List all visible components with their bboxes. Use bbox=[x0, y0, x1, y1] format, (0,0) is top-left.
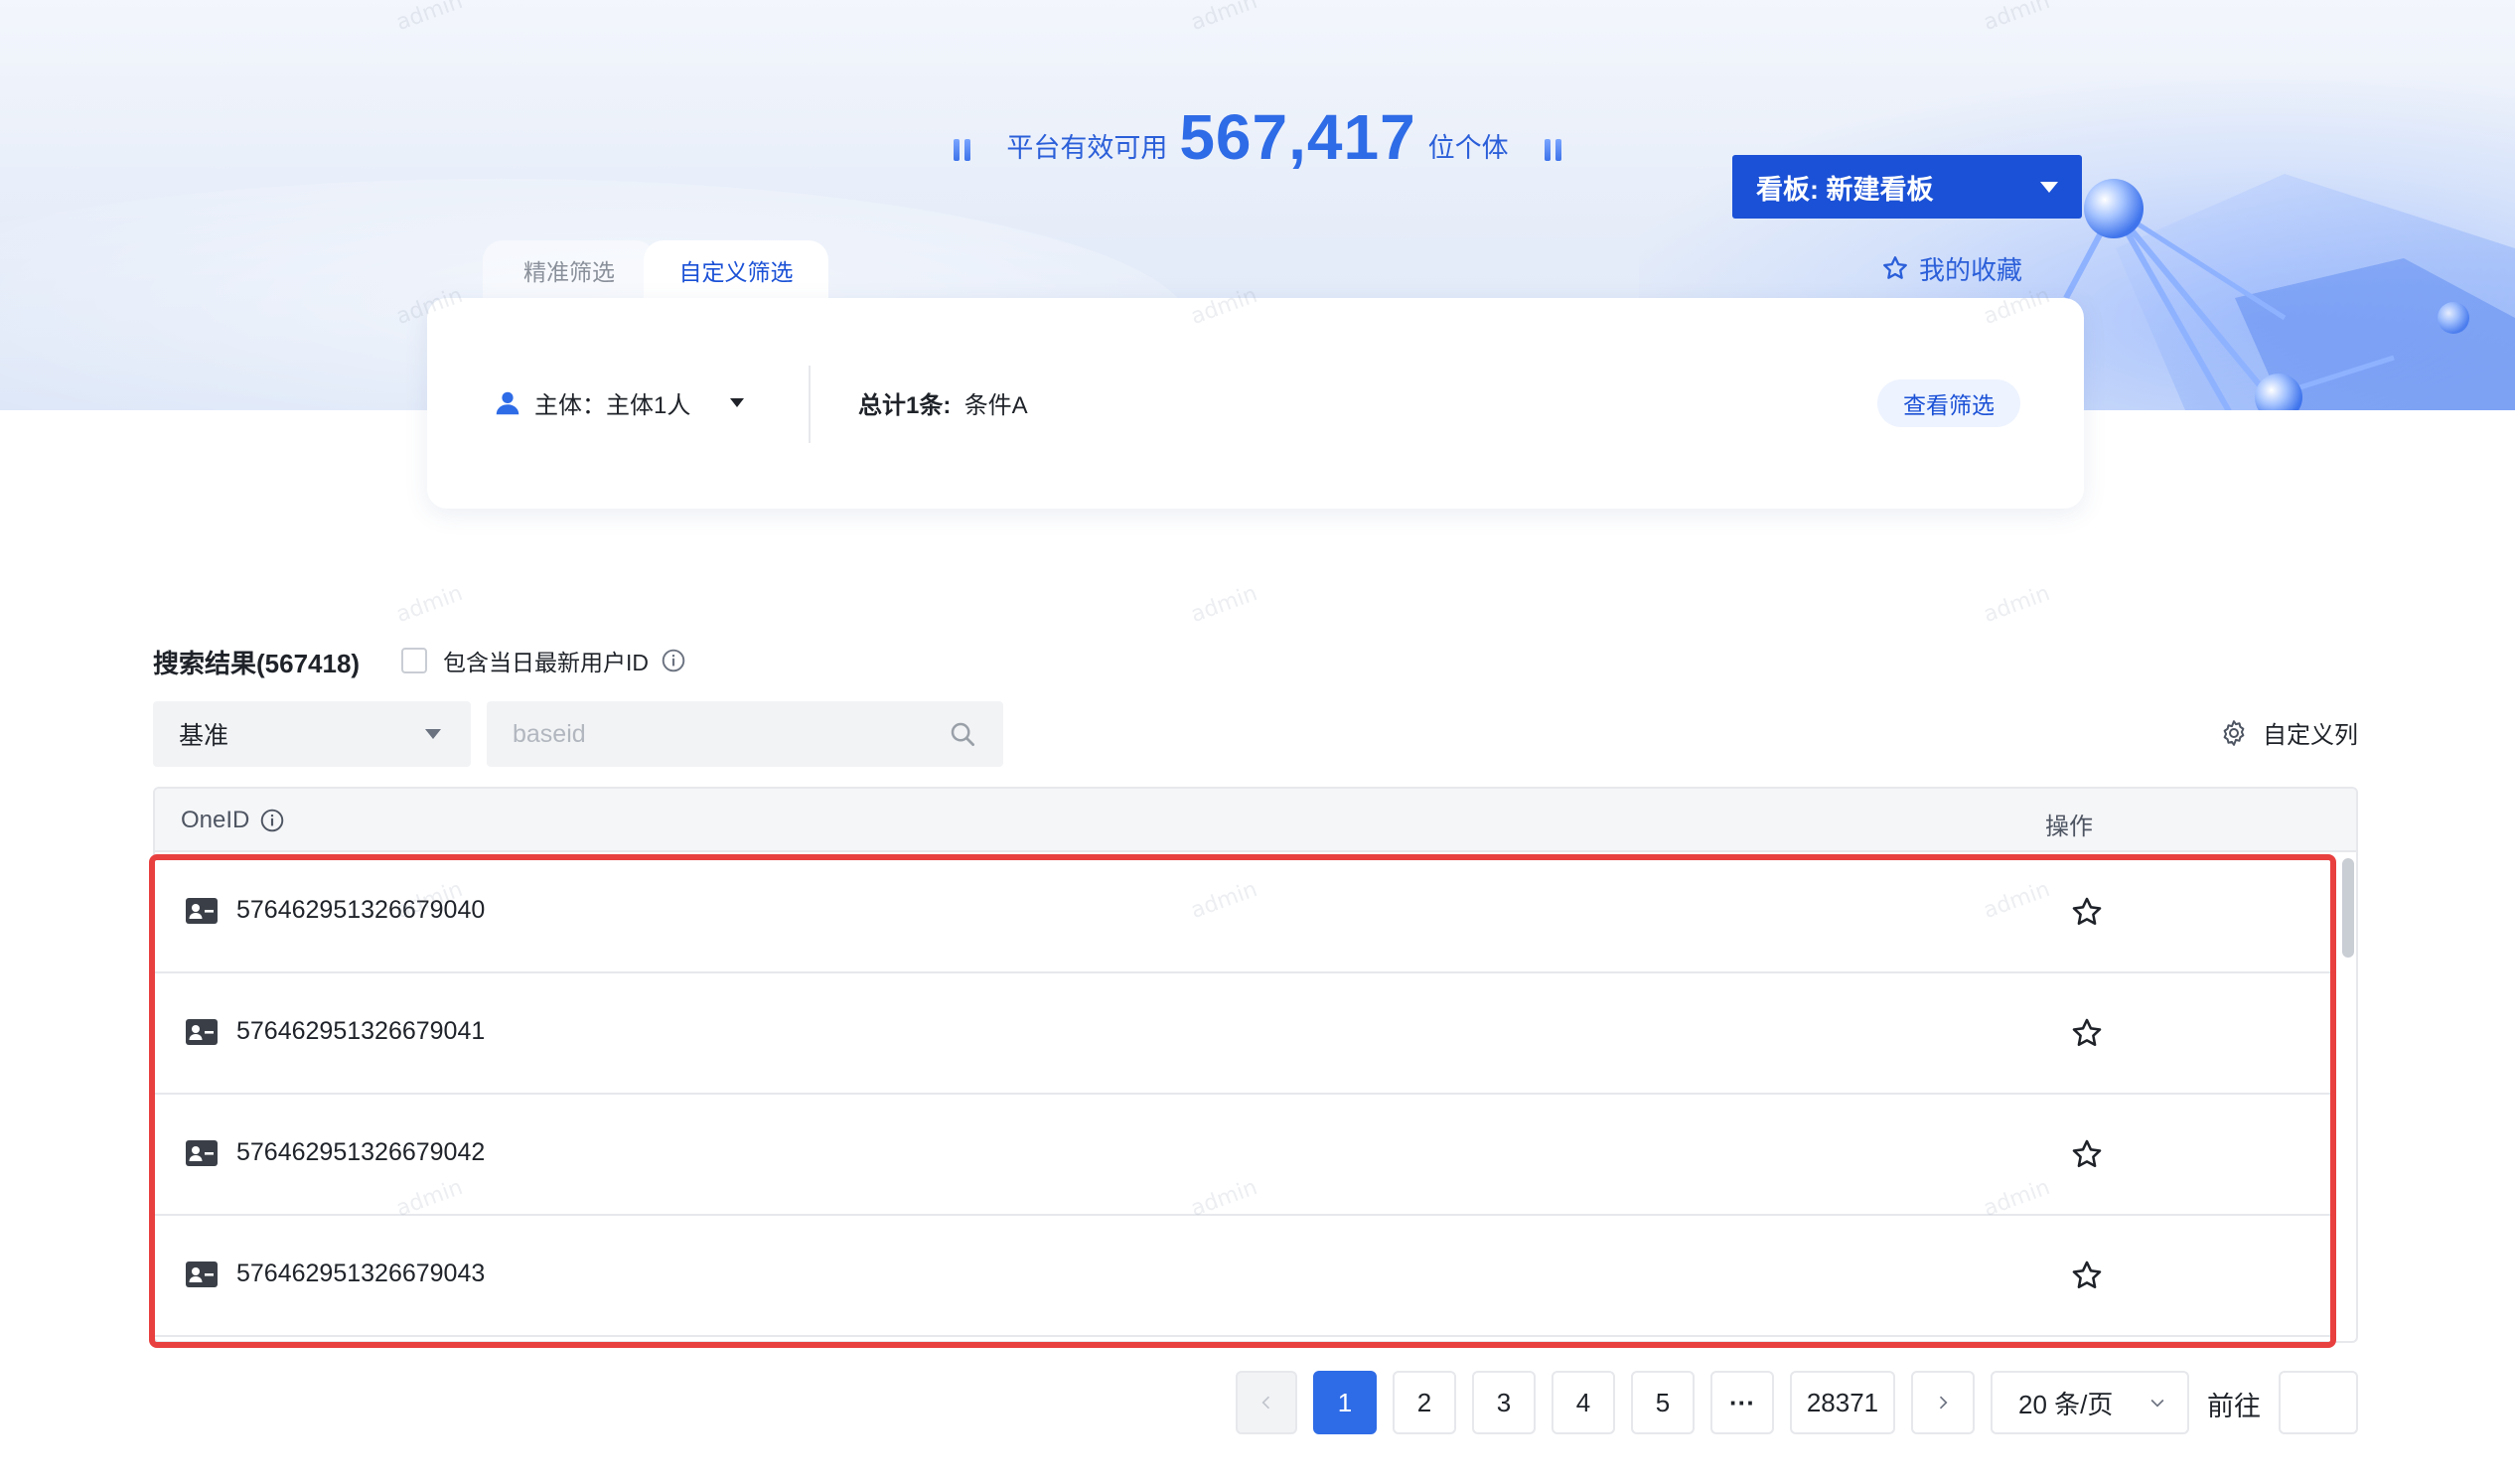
results-title: 搜索结果(567418) bbox=[153, 649, 361, 678]
info-icon[interactable] bbox=[259, 808, 285, 833]
custom-columns-label: 自定义列 bbox=[2263, 722, 2358, 749]
star-outline-icon[interactable] bbox=[2070, 895, 2104, 929]
total-label: 总计1条: bbox=[858, 392, 952, 419]
gear-icon bbox=[2223, 719, 2245, 746]
platform-stat-prefix: 平台有效可用 bbox=[1006, 133, 1168, 163]
table-header: OneID 操作 bbox=[155, 789, 2356, 852]
chevron-right-icon bbox=[1939, 1396, 1948, 1410]
oneid-value[interactable]: 576462951326679041 bbox=[236, 1017, 485, 1046]
page-ellipsis-button[interactable]: ··· bbox=[1710, 1371, 1774, 1434]
platform-stat: 平台有效可用 567,417 位个体 bbox=[0, 89, 2515, 179]
id-card-icon bbox=[186, 1139, 218, 1166]
filter-summary: 总计1条: 条件A bbox=[858, 385, 1028, 420]
page-number: 5 bbox=[1655, 1387, 1671, 1417]
left-deco-icon bbox=[954, 139, 971, 179]
ellipsis-label: ··· bbox=[1729, 1387, 1755, 1417]
oneid-cell: 576462951326679043 bbox=[185, 1260, 485, 1288]
id-card-icon bbox=[186, 897, 218, 924]
star-outline-icon bbox=[1883, 256, 1907, 279]
results-table: OneID 操作 576462951326679040 576462951326… bbox=[153, 787, 2358, 1343]
star-outline-icon[interactable] bbox=[2070, 1137, 2104, 1171]
chevron-down-icon bbox=[2150, 1399, 2164, 1408]
include-latest-checkbox[interactable] bbox=[401, 648, 427, 673]
page-button-last[interactable]: 28371 bbox=[1790, 1371, 1895, 1434]
prev-page-button[interactable] bbox=[1236, 1371, 1297, 1434]
favorites-label: 我的收藏 bbox=[1919, 254, 2023, 285]
page-button-5[interactable]: 5 bbox=[1631, 1371, 1695, 1434]
subject-select[interactable]: 主体：主体1人 bbox=[493, 385, 745, 420]
page-number: 4 bbox=[1575, 1387, 1591, 1417]
page-size-label: 20 条/页 bbox=[2018, 1389, 2114, 1419]
next-page-button[interactable] bbox=[1911, 1371, 1975, 1434]
page-number: 2 bbox=[1416, 1387, 1432, 1417]
watermark: admin bbox=[1980, 580, 2054, 629]
tab-custom-filter[interactable]: 自定义筛选 bbox=[644, 240, 828, 300]
watermark: admin bbox=[392, 580, 467, 629]
view-filter-button[interactable]: 查看筛选 bbox=[1877, 379, 2020, 427]
table-row: 576462951326679041 bbox=[155, 973, 2330, 1095]
board-select[interactable]: 看板: 新建看板 bbox=[1732, 155, 2082, 219]
table-row: 576462951326679043 bbox=[155, 1216, 2330, 1337]
include-latest-label: 包含当日最新用户ID bbox=[443, 650, 649, 675]
table-scrollbar[interactable] bbox=[2342, 858, 2354, 958]
person-icon bbox=[496, 391, 519, 414]
column-header-oneid-label: OneID bbox=[181, 807, 250, 833]
page-number: 3 bbox=[1496, 1387, 1512, 1417]
platform-stat-suffix: 位个体 bbox=[1427, 133, 1509, 163]
oneid-value[interactable]: 576462951326679042 bbox=[236, 1138, 485, 1167]
star-outline-icon[interactable] bbox=[2070, 1016, 2104, 1050]
goto-label: 前往 bbox=[2207, 1392, 2261, 1421]
page-button-2[interactable]: 2 bbox=[1393, 1371, 1456, 1434]
page-button-3[interactable]: 3 bbox=[1472, 1371, 1536, 1434]
search-icon[interactable] bbox=[948, 719, 977, 749]
oneid-cell: 576462951326679042 bbox=[185, 1138, 485, 1167]
page-button-4[interactable]: 4 bbox=[1552, 1371, 1615, 1434]
column-header-oneid: OneID bbox=[181, 807, 285, 834]
column-header-actions: 操作 bbox=[2045, 814, 2093, 840]
base-select-value: 基准 bbox=[179, 722, 229, 750]
favorites-link[interactable]: 我的收藏 bbox=[1881, 248, 2022, 288]
page-number: 1 bbox=[1337, 1387, 1353, 1417]
base-select[interactable]: 基准 bbox=[153, 701, 471, 767]
caret-down-icon bbox=[730, 398, 745, 407]
oneid-cell: 576462951326679041 bbox=[185, 1017, 485, 1046]
goto-page-input[interactable] bbox=[2279, 1371, 2358, 1434]
include-latest-option[interactable]: 包含当日最新用户ID bbox=[401, 644, 686, 677]
search-box bbox=[487, 701, 1003, 767]
custom-columns-button[interactable]: 自定义列 bbox=[2219, 715, 2358, 750]
tab-precise-filter-label: 精准筛选 bbox=[523, 259, 615, 285]
filter-card: 主体：主体1人 总计1条: 条件A 查看筛选 bbox=[427, 298, 2084, 509]
tab-custom-filter-label: 自定义筛选 bbox=[678, 259, 794, 285]
condition-label: 条件A bbox=[963, 392, 1028, 419]
right-deco-icon bbox=[1544, 139, 1561, 179]
chevron-left-icon bbox=[1261, 1396, 1270, 1410]
view-filter-label: 查看筛选 bbox=[1903, 392, 1995, 418]
watermark: admin bbox=[1187, 580, 1261, 629]
tab-precise-filter[interactable]: 精准筛选 bbox=[483, 240, 656, 300]
search-input[interactable] bbox=[513, 719, 948, 749]
divider bbox=[809, 366, 811, 443]
subject-label: 主体：主体1人 bbox=[534, 392, 691, 419]
oneid-value[interactable]: 576462951326679043 bbox=[236, 1260, 485, 1288]
info-icon[interactable] bbox=[661, 648, 686, 673]
page-number: 28371 bbox=[1806, 1387, 1879, 1417]
id-card-icon bbox=[186, 1018, 218, 1045]
caret-down-icon bbox=[2040, 181, 2058, 193]
id-card-icon bbox=[186, 1261, 218, 1287]
board-select-label: 看板: 新建看板 bbox=[1756, 174, 1934, 205]
page-button-1[interactable]: 1 bbox=[1313, 1371, 1377, 1434]
platform-stat-count: 567,417 bbox=[1179, 101, 1416, 173]
page-size-select[interactable]: 20 条/页 bbox=[1991, 1371, 2189, 1434]
star-outline-icon[interactable] bbox=[2070, 1259, 2104, 1292]
caret-down-icon bbox=[425, 729, 441, 739]
